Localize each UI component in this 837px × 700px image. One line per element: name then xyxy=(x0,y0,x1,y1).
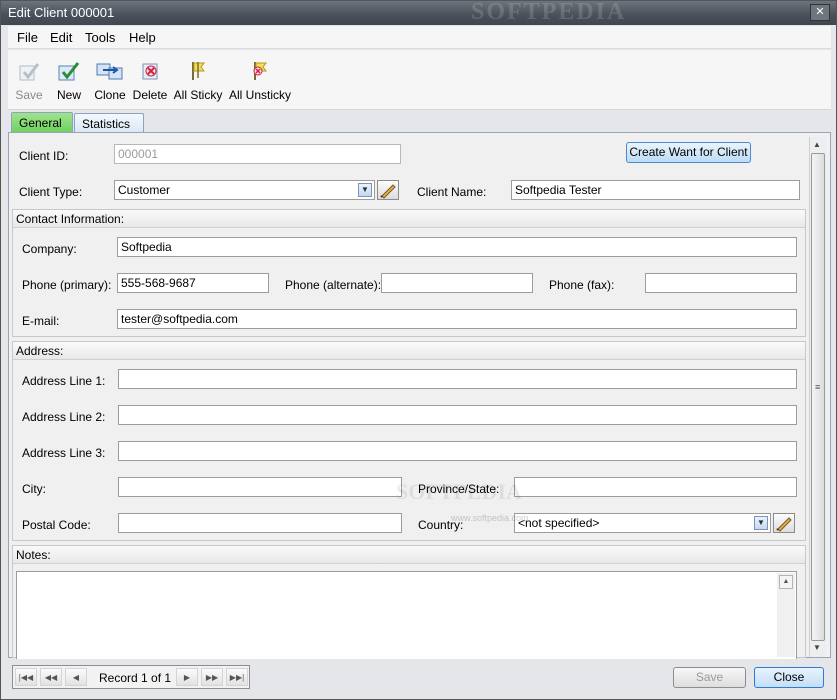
new-check-icon xyxy=(58,62,80,81)
address-line-3-field[interactable] xyxy=(118,441,797,461)
chevron-down-icon[interactable]: ▼ xyxy=(358,183,372,197)
next-page-icon[interactable]: ▶▶ xyxy=(201,668,223,686)
postal-code-label: Postal Code: xyxy=(22,518,91,532)
email-field[interactable]: tester@softpedia.com xyxy=(117,309,797,329)
phone-fax-field[interactable] xyxy=(645,273,797,293)
scrollbar-thumb[interactable]: ≡ xyxy=(811,153,825,641)
save-toolbar-button[interactable]: Save xyxy=(12,50,46,102)
address-line-1-label: Address Line 1: xyxy=(22,374,106,388)
client-name-label: Client Name: xyxy=(417,185,487,199)
clone-icon xyxy=(96,63,123,80)
status-bar: |◀◀ ◀◀ ◀ Record 1 of 1 ▶ ▶▶ ▶▶| Save Clo… xyxy=(2,659,835,699)
edit-client-window: Edit Client 000001 SOFTPEDIA ✕ File Edit… xyxy=(0,0,837,700)
client-type-label: Client Type: xyxy=(19,185,83,199)
menu-edit[interactable]: Edit xyxy=(50,30,72,45)
address-line-3-label: Address Line 3: xyxy=(22,446,106,460)
scroll-up-arrow-icon[interactable]: ▲ xyxy=(779,575,793,589)
province-state-field[interactable] xyxy=(514,477,797,497)
next-record-icon[interactable]: ▶ xyxy=(176,668,198,686)
save-icon xyxy=(19,63,40,81)
create-want-button[interactable]: Create Want for Client xyxy=(626,142,751,163)
record-counter: Record 1 of 1 xyxy=(99,671,172,685)
edit-client-type-button[interactable] xyxy=(377,180,399,200)
chevron-down-icon[interactable]: ▼ xyxy=(754,516,768,530)
phone-alternate-label: Phone (alternate): xyxy=(285,278,382,292)
grip-icon: ≡ xyxy=(815,382,821,392)
pencil-icon xyxy=(380,184,396,199)
city-label: City: xyxy=(22,482,46,496)
tab-statistics[interactable]: Statistics xyxy=(74,113,144,134)
phone-alternate-field[interactable] xyxy=(381,273,533,293)
delete-icon xyxy=(142,63,158,80)
close-window-button[interactable]: ✕ xyxy=(810,4,830,21)
menu-bar: File Edit Tools Help xyxy=(8,26,831,49)
city-field[interactable] xyxy=(118,477,402,497)
notes-textarea[interactable] xyxy=(16,571,797,661)
notes-heading: Notes: xyxy=(13,546,805,564)
scroll-up-arrow-icon[interactable]: ▲ xyxy=(813,140,821,149)
title-bar[interactable]: Edit Client 000001 SOFTPEDIA ✕ xyxy=(1,0,836,25)
pencil-icon xyxy=(776,517,792,532)
company-label: Company: xyxy=(22,242,77,256)
sticky-flag-icon xyxy=(192,62,205,80)
postal-code-field[interactable] xyxy=(118,513,402,533)
unsticky-flag-icon xyxy=(253,62,267,80)
phone-fax-label: Phone (fax): xyxy=(549,278,615,292)
edit-country-button[interactable] xyxy=(773,513,795,533)
address-line-2-label: Address Line 2: xyxy=(22,410,106,424)
title-watermark: SOFTPEDIA xyxy=(471,0,627,25)
window-title: Edit Client 000001 xyxy=(8,5,115,20)
prev-record-icon[interactable]: ◀ xyxy=(65,668,87,686)
menu-help[interactable]: Help xyxy=(129,30,156,45)
address-line-1-field[interactable] xyxy=(118,369,797,389)
address-heading: Address: xyxy=(13,342,805,360)
record-navigator: |◀◀ ◀◀ ◀ Record 1 of 1 ▶ ▶▶ ▶▶| xyxy=(12,665,250,689)
form-scrollbar[interactable]: ▲ ≡ ▼ xyxy=(809,137,826,657)
phone-primary-field[interactable]: 555-568-9687 xyxy=(117,273,269,293)
new-toolbar-button[interactable]: New xyxy=(53,50,85,102)
contact-information-heading: Contact Information: xyxy=(13,210,805,228)
softpedia-url-watermark: www.softpedia.com xyxy=(451,513,529,523)
address-line-2-field[interactable] xyxy=(118,405,797,425)
client-name-field[interactable]: Softpedia Tester xyxy=(511,180,800,200)
client-id-label: Client ID: xyxy=(19,149,69,163)
scroll-down-arrow-icon[interactable]: ▼ xyxy=(813,643,821,652)
last-record-icon[interactable]: ▶▶| xyxy=(226,668,248,686)
menu-file[interactable]: File xyxy=(17,30,38,45)
all-sticky-toolbar-button[interactable]: All Sticky xyxy=(172,50,224,102)
softpedia-watermark: SOFTPEDIA xyxy=(396,479,522,504)
all-unsticky-toolbar-button[interactable]: All Unsticky xyxy=(227,50,293,102)
close-button[interactable]: Close xyxy=(754,667,824,688)
tab-general[interactable]: General xyxy=(11,112,73,133)
menu-tools[interactable]: Tools xyxy=(85,30,115,45)
save-button[interactable]: Save xyxy=(673,667,746,688)
first-record-icon[interactable]: |◀◀ xyxy=(15,668,37,686)
company-field[interactable]: Softpedia xyxy=(117,237,797,257)
clone-toolbar-button[interactable]: Clone xyxy=(92,50,128,102)
country-value: <not specified> xyxy=(518,516,600,530)
notes-scrollbar[interactable]: ▲ xyxy=(777,573,795,657)
client-type-value: Customer xyxy=(118,183,171,197)
phone-primary-label: Phone (primary): xyxy=(22,278,112,292)
client-id-field: 000001 xyxy=(114,144,401,164)
prev-page-icon[interactable]: ◀◀ xyxy=(40,668,62,686)
delete-toolbar-button[interactable]: Delete xyxy=(132,50,168,102)
client-type-select[interactable]: Customer ▼ xyxy=(114,180,375,200)
email-label: E-mail: xyxy=(22,314,60,328)
toolbar: Save New Clone Delete All Sticky All Uns… xyxy=(8,50,831,110)
country-select[interactable]: <not specified> ▼ xyxy=(514,513,771,533)
